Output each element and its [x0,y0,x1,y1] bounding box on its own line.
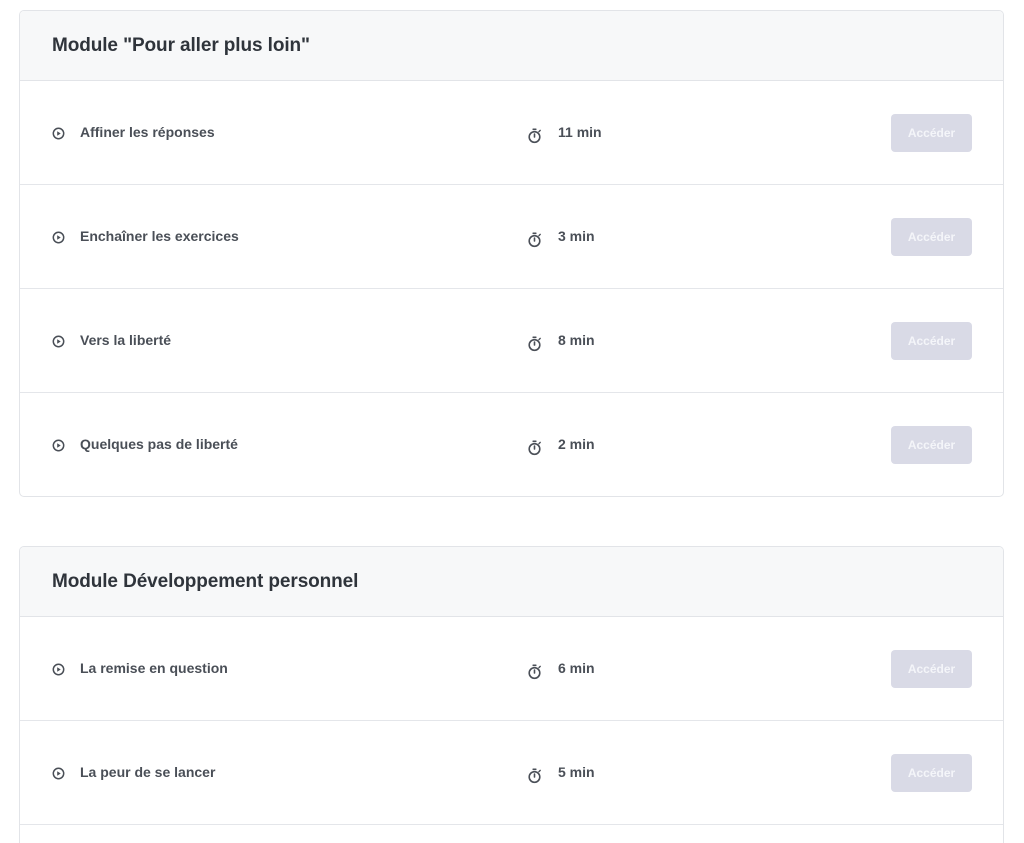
lesson-duration: 2 min [558,436,595,452]
access-button[interactable]: Accéder [891,217,972,256]
stopwatch-icon [528,232,541,247]
stopwatch-icon [528,336,541,351]
play-circle-icon [52,335,65,347]
lesson-row: Affiner les réponses 11 min Accéder [20,81,1003,185]
module-card: Module "Pour aller plus loin" Affiner le… [19,10,1004,497]
module-header: Module "Pour aller plus loin" [20,11,1003,81]
lesson-row: La remise en question 6 min Accéder [20,617,1003,721]
lesson-duration: 5 min [558,763,595,780]
lesson-duration: 3 min [558,227,595,244]
stopwatch-icon [528,128,541,143]
lesson-duration: 8 min [558,331,595,348]
play-circle-icon [52,127,65,139]
module-title: Module Développement personnel [52,570,359,592]
stopwatch-icon [528,440,541,456]
lesson-row: Quelques pas de liberté 2 min Accéder [20,393,1003,496]
access-button[interactable]: Accéder [891,649,972,688]
play-circle-icon [52,663,65,675]
lesson-title: Affiner les réponses [80,123,215,140]
course-page: Module "Pour aller plus loin" Affiner le… [0,0,1024,843]
access-button[interactable]: Accéder [891,321,972,360]
stopwatch-icon [528,768,541,783]
access-button[interactable]: Accéder [891,113,972,152]
module-title: Module "Pour aller plus loin" [52,34,310,56]
lesson-row: Vers la liberté 8 min Accéder [20,289,1003,393]
stopwatch-icon [528,664,541,679]
module-header: Module Développement personnel [20,547,1003,617]
lesson-row: La peur de se lancer 5 min Accéder [20,721,1003,825]
play-circle-icon [52,439,65,452]
lesson-row: Enchaîner les exercices 3 min Accéder [20,185,1003,289]
lesson-duration: 6 min [558,659,595,676]
lesson-title: Vers la liberté [80,331,172,348]
lesson-title: La remise en question [80,659,228,676]
play-circle-icon [52,231,65,243]
access-button[interactable]: Accéder [891,426,972,464]
lesson-duration: 11 min [558,123,602,140]
access-button[interactable]: Accéder [891,753,972,792]
module-card: Module Développement personnel La remise… [19,546,1004,843]
lesson-title: La peur de se lancer [80,763,216,780]
lesson-title: Enchaîner les exercices [80,227,239,244]
play-circle-icon [52,767,65,779]
lesson-title: Quelques pas de liberté [80,436,238,452]
